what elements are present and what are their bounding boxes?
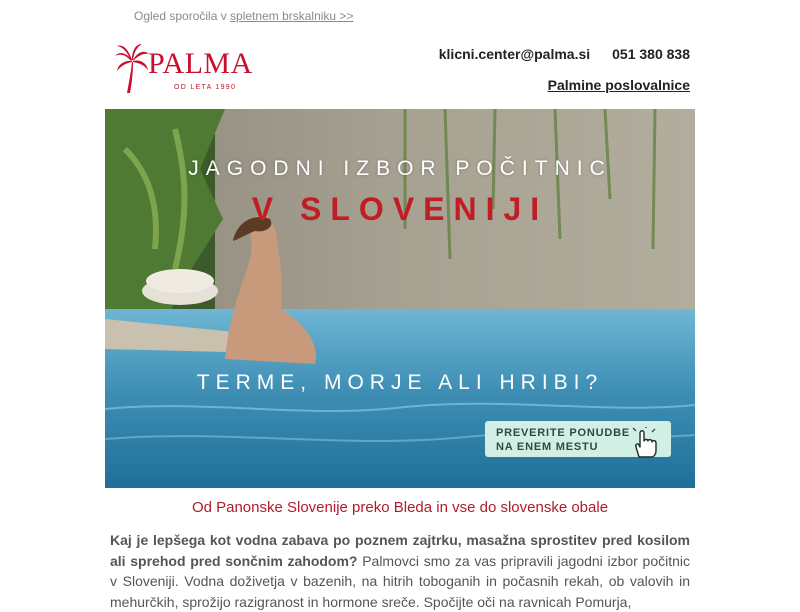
content-subtitle: Od Panonske Slovenije preko Bleda in vse… (191, 499, 609, 516)
check-offers-button[interactable]: PREVERITE PONUDBE NA ENEM MESTU (485, 421, 671, 458)
contact-info: klicni.center@palma.si 051 380 838 (439, 46, 690, 62)
logo-tagline: OD LETA 1990 (174, 84, 237, 91)
hero-question: TERME, MORJE ALI HRIBI? (196, 371, 604, 394)
view-in-browser-text: Ogled sporočila v (134, 9, 231, 23)
contact-phone[interactable]: 051 380 838 (612, 46, 690, 62)
branches-link[interactable]: Palmine poslovalnice (548, 77, 690, 93)
palma-logo[interactable]: PALMA OD LETA 1990 (114, 42, 254, 98)
view-in-browser-bar: Ogled sporočila v spletnem brskalniku >> (134, 9, 353, 23)
view-in-browser-link[interactable]: spletnem brskalniku >> (230, 9, 353, 23)
logo-wordmark: PALMA (148, 47, 253, 80)
hero-highlight: V SLOVENIJI (251, 191, 549, 227)
contact-email[interactable]: klicni.center@palma.si (439, 46, 590, 62)
palm-tree-icon (115, 44, 149, 93)
hero-headline: JAGODNI IZBOR POČITNIC (188, 157, 612, 180)
hero-banner[interactable]: JAGODNI IZBOR POČITNIC V SLOVENIJI TERME… (105, 109, 695, 488)
pointer-hand-icon (632, 427, 657, 458)
